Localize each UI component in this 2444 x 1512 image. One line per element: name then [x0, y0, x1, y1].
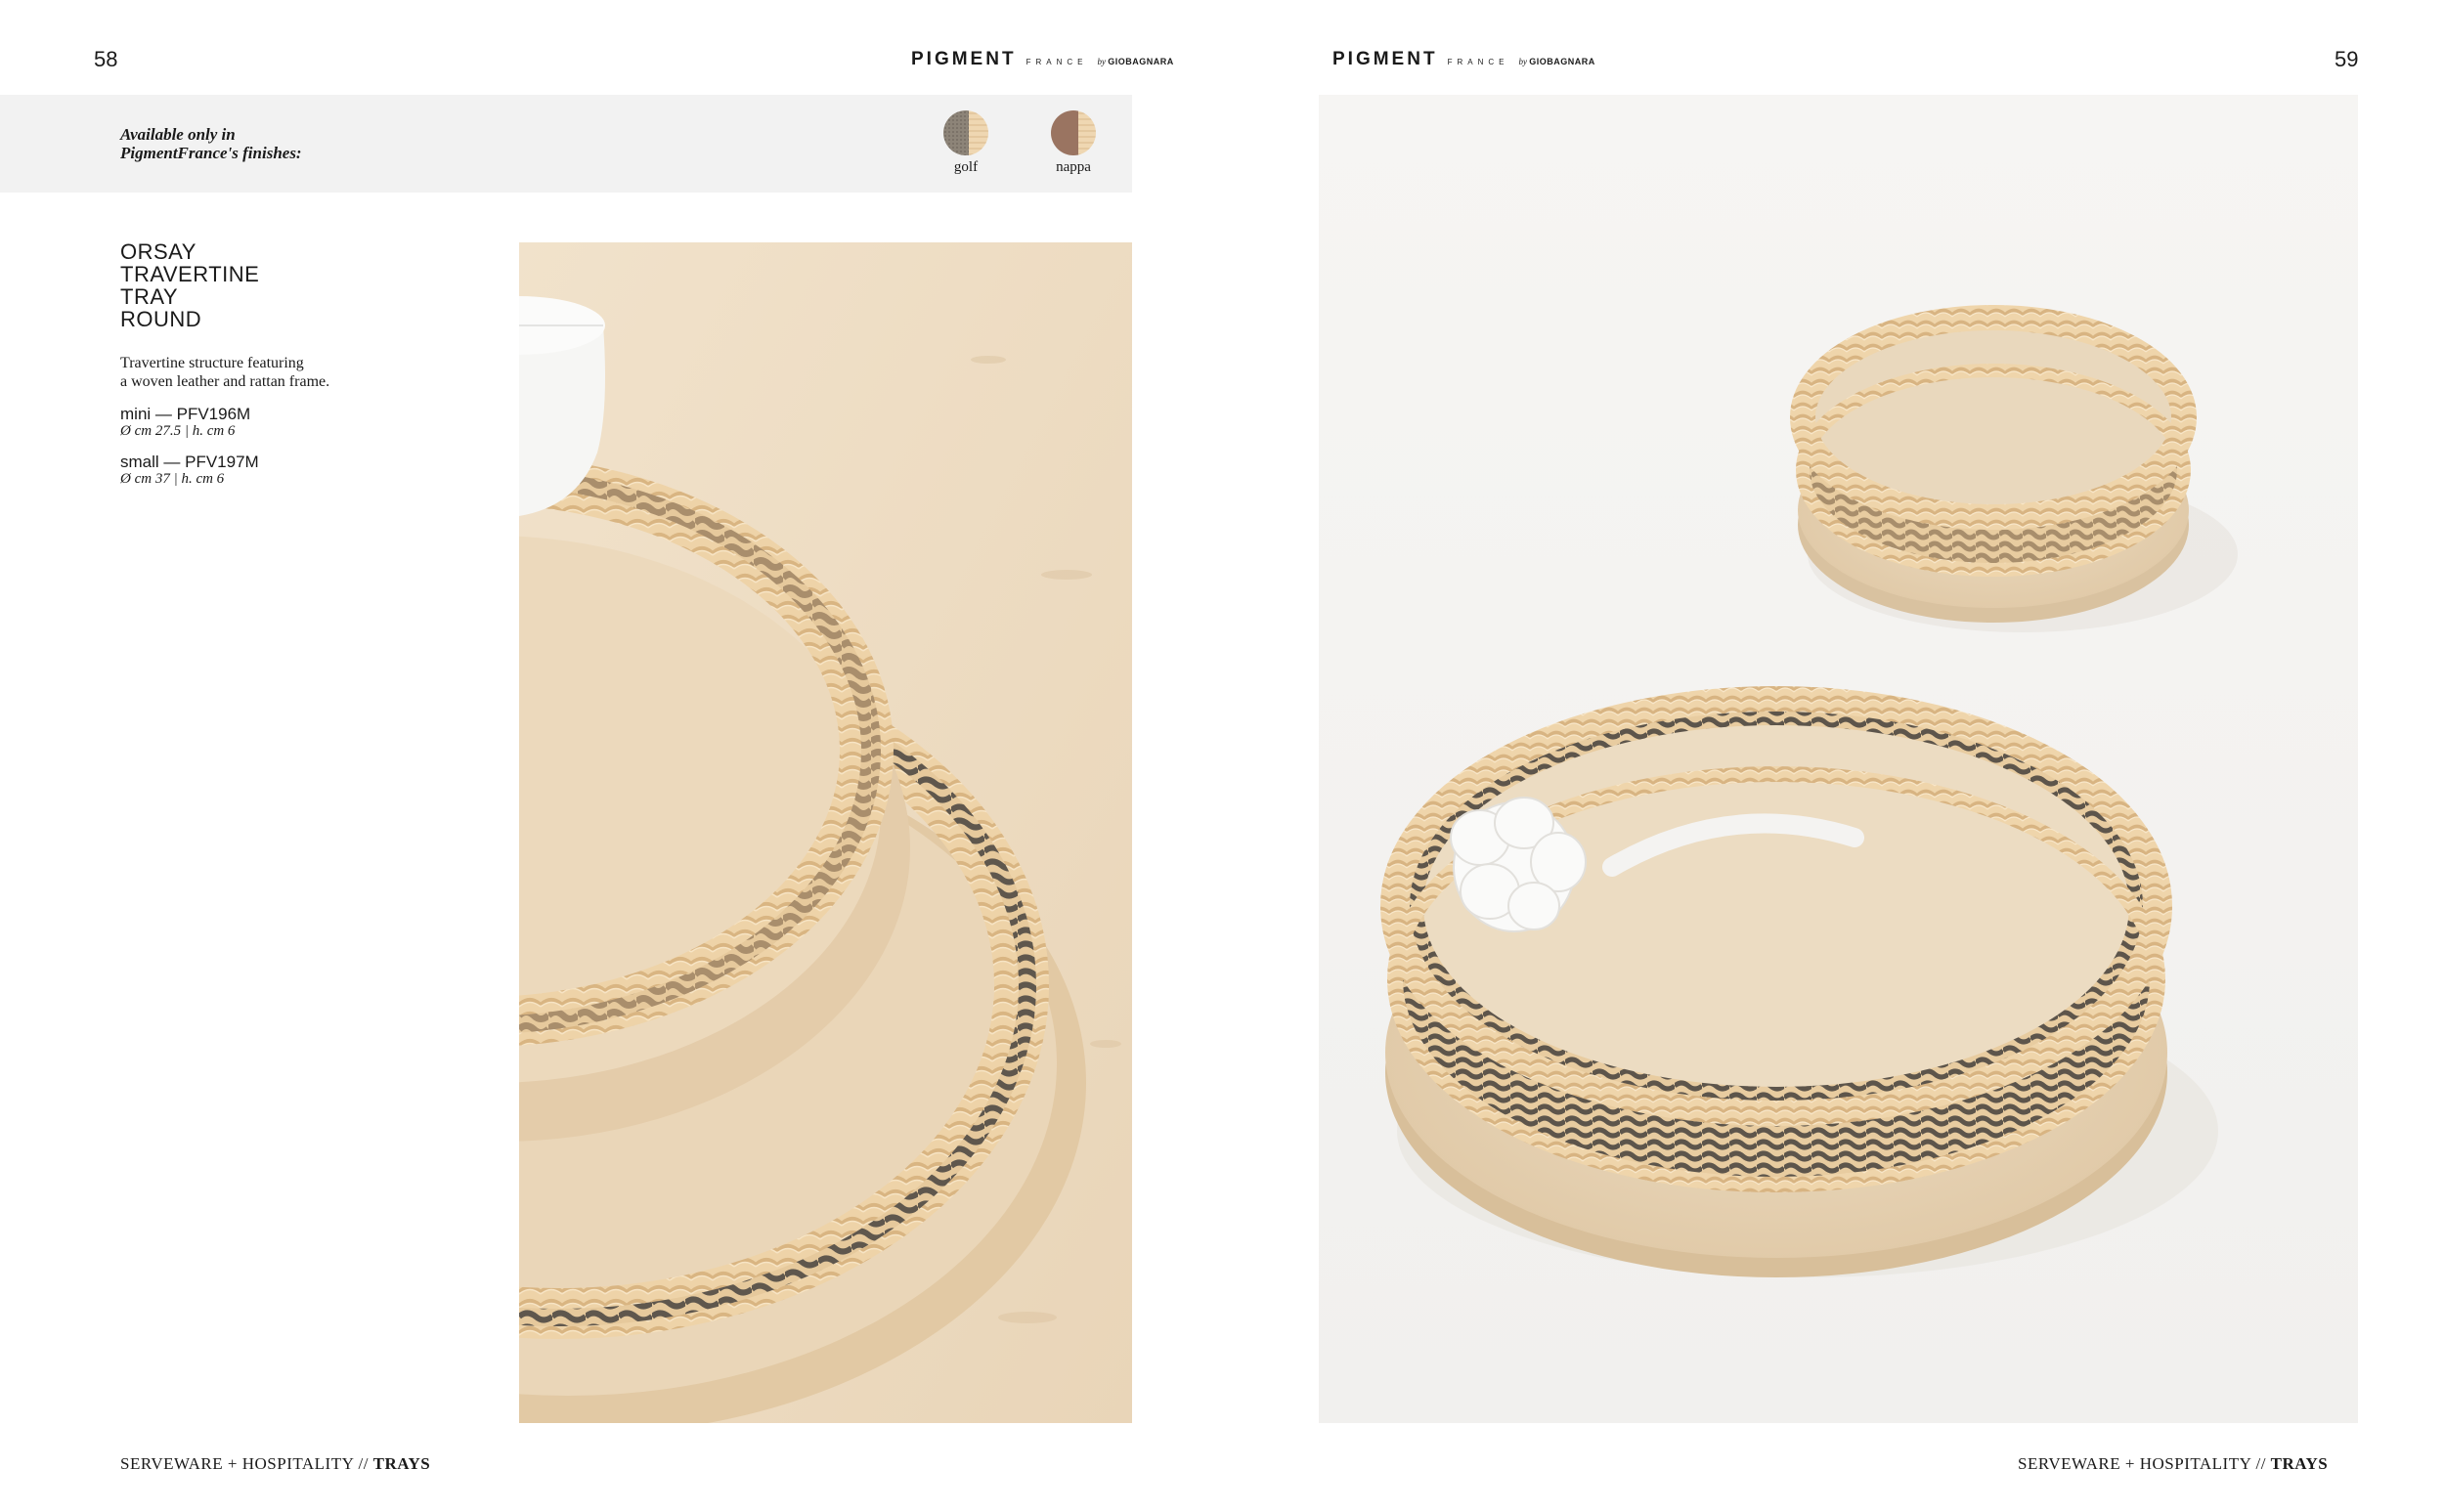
page-number-left: 58 [94, 47, 118, 71]
finish-swatch-golf: golf [927, 110, 1005, 176]
brand-sub: FRANCE [1447, 58, 1509, 66]
brand-name: PIGMENT [911, 49, 1017, 69]
finish-name: nappa [1056, 159, 1091, 175]
brand-by: by GIOBAGNARA [1097, 57, 1174, 66]
footer-left: SERVEWARE + HOSPITALITY // TRAYS [120, 1454, 431, 1473]
product-title: ORSAY TRAVERTINE TRAY ROUND [120, 239, 260, 331]
footer-right: SERVEWARE + HOSPITALITY // TRAYS [2018, 1454, 2329, 1473]
brand-name: PIGMENT [1332, 49, 1438, 69]
finishes-label: Available only in PigmentFrance's finish… [120, 125, 302, 162]
variant-small: small — PFV197M Ø cm 37 | h. cm 6 [120, 453, 259, 487]
brand-by: by GIOBAGNARA [1518, 57, 1595, 66]
page-number-right: 59 [2335, 47, 2359, 71]
brand-logo-right: PIGMENT FRANCE by GIOBAGNARA [1332, 49, 1595, 70]
product-description: Travertine structure featuring a woven l… [120, 355, 330, 390]
finish-name: golf [953, 159, 979, 175]
product-photo-closeup [519, 242, 1132, 1423]
variant-mini: mini — PFV196M Ø cm 27.5 | h. cm 6 [120, 405, 251, 439]
golf-finish-swatch-icon [943, 110, 988, 155]
nappa-finish-swatch-icon [1051, 110, 1096, 155]
brand-logo-left: PIGMENT FRANCE by GIOBAGNARA [911, 49, 1174, 70]
product-photo-pair [1319, 95, 2358, 1423]
brand-sub: FRANCE [1026, 58, 1088, 66]
finish-swatch-nappa: nappa [1034, 110, 1113, 176]
